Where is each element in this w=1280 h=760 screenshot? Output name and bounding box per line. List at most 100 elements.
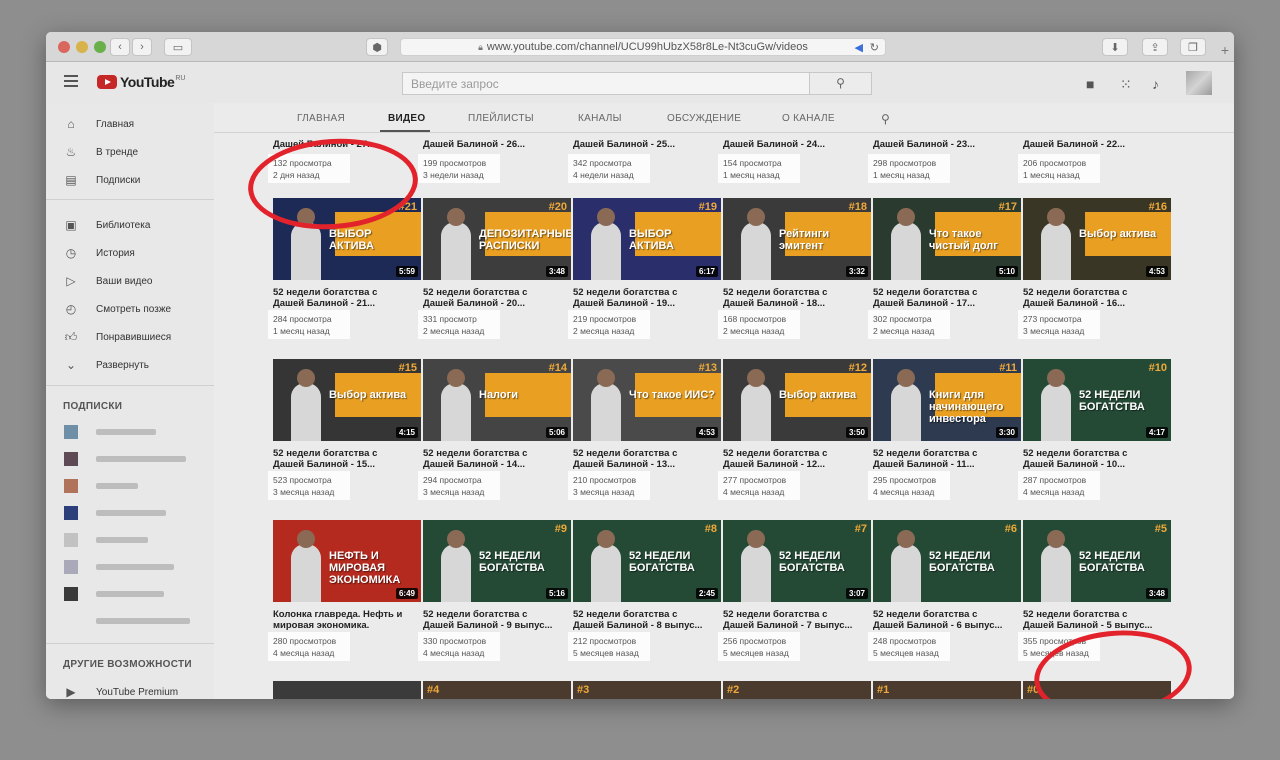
video-thumbnail[interactable]: #2 (723, 681, 871, 699)
avatar[interactable] (1186, 71, 1212, 95)
video-item[interactable]: Выбор актива #15 4:15 52 недели богатства с… (268, 359, 421, 504)
video-thumbnail[interactable]: 52 НЕДЕЛИ БОГАТСТВА #10 4:17 (1023, 359, 1171, 441)
video-item[interactable]: Книги для начинающего инвестора #11 3:30 52… (868, 359, 1021, 504)
video-thumbnail[interactable] (273, 681, 421, 699)
video-thumbnail[interactable]: #4 (423, 681, 571, 699)
video-thumbnail[interactable]: ДЕПОЗИТАРНЫЕ РАСПИСКИ #20 3:48 (423, 198, 571, 280)
tabs-overview-button[interactable]: ❐ (1180, 38, 1206, 56)
video-item[interactable]: Рейтинги эмитент #18 3:32 52 недели богатст… (718, 198, 871, 343)
video-thumbnail[interactable]: 52 НЕДЕЛИ БОГАТСТВА #8 2:45 (573, 520, 721, 602)
back-button[interactable]: ‹ (110, 38, 130, 56)
video-title[interactable]: Дашей Балиной - 25... (573, 139, 721, 150)
video-title[interactable]: 52 недели богатства с Дашей Балиной - 15.… (273, 448, 421, 470)
video-thumbnail[interactable]: Выбор актива #12 3:50 (723, 359, 871, 441)
reload-icon[interactable]: ↻ (870, 41, 879, 54)
channel-search-icon[interactable]: ⚲ (881, 112, 890, 126)
video-item[interactable]: Налоги #14 5:06 52 недели богатства с Дашей … (418, 359, 571, 504)
video-thumbnail[interactable]: 52 НЕДЕЛИ БОГАТСТВА #9 5:16 (423, 520, 571, 602)
speaker-icon[interactable]: ◀︎ (855, 41, 863, 54)
video-item[interactable]: Что такое чистый долг #17 5:10 52 недели бо… (868, 198, 1021, 343)
video-item[interactable]: ДЕПОЗИТАРНЫЕ РАСПИСКИ #20 3:48 52 недели бо… (418, 198, 571, 343)
video-title[interactable]: 52 недели богатства с Дашей Балиной - 8 в… (573, 609, 721, 631)
video-title[interactable]: 52 недели богатства с Дашей Балиной - 20.… (423, 287, 571, 309)
video-title[interactable]: 52 недели богатства с Дашей Балиной - 17.… (873, 287, 1021, 309)
video-thumbnail[interactable]: ВЫБОР АКТИВА #21 5:59 (273, 198, 421, 280)
downloads-button[interactable]: ⬇ (1102, 38, 1128, 56)
video-item-partial[interactable]: Дашей Балиной - 22... 206 просмотров 1 мес… (1018, 139, 1171, 184)
video-thumbnail[interactable]: Рейтинги эмитент #18 3:32 (723, 198, 871, 280)
address-bar[interactable]: 🔒︎ www.youtube.com/channel/UCU99hUbzX58r… (400, 38, 886, 56)
video-item[interactable]: Что такое ИИС? #13 4:53 52 недели богатства… (568, 359, 721, 504)
video-item-partial[interactable]: #4 (423, 681, 571, 699)
video-title[interactable]: 52 недели богатства с Дашей Балиной - 18.… (723, 287, 871, 309)
extension-button[interactable]: ⬢ (366, 38, 388, 56)
video-item-partial[interactable] (273, 681, 421, 699)
video-item-partial[interactable]: Дашей Балиной - 24... 154 просмотра 1 меся… (718, 139, 871, 184)
video-item[interactable]: 52 НЕДЕЛИ БОГАТСТВА #10 4:17 52 недели бога… (1018, 359, 1171, 504)
video-title[interactable]: 52 недели богатства с Дашей Балиной - 5 в… (1023, 609, 1171, 631)
video-thumbnail[interactable]: Выбор актива #16 4:53 (1023, 198, 1171, 280)
video-item[interactable]: ВЫБОР АКТИВА #19 6:17 52 недели богатства с… (568, 198, 721, 343)
tab-playlists[interactable]: ПЛЕЙЛИСТЫ (468, 113, 534, 124)
video-title[interactable]: 52 недели богатства с Дашей Балиной - 11.… (873, 448, 1021, 470)
video-title[interactable]: 52 недели богатства с Дашей Балиной - 19.… (573, 287, 721, 309)
video-thumbnail[interactable]: Выбор актива #15 4:15 (273, 359, 421, 441)
minimize-window-button[interactable] (76, 41, 88, 53)
video-item[interactable]: 52 НЕДЕЛИ БОГАТСТВА #9 5:16 52 недели богат… (418, 520, 571, 665)
create-video-icon[interactable]: ■ (1086, 76, 1094, 92)
hamburger-menu-icon[interactable] (64, 75, 80, 89)
tab-about[interactable]: О КАНАЛЕ (782, 113, 835, 124)
video-item[interactable]: НЕФТЬ И МИРОВАЯ ЭКОНОМИКА 6:49 Колонка гла… (268, 520, 421, 665)
video-thumbnail[interactable]: 52 НЕДЕЛИ БОГАТСТВА #6 (873, 520, 1021, 602)
video-thumbnail[interactable]: #1 (873, 681, 1021, 699)
sidebar-item-premium[interactable]: ▶ YouTube Premium (46, 679, 214, 699)
video-thumbnail[interactable]: Что такое ИИС? #13 4:53 (573, 359, 721, 441)
video-thumbnail[interactable]: Налоги #14 5:06 (423, 359, 571, 441)
share-button[interactable]: ⇪ (1142, 38, 1168, 56)
video-item[interactable]: Выбор актива #12 3:50 52 недели богатства с… (718, 359, 871, 504)
video-item[interactable]: Выбор актива #16 4:53 52 недели богатства с… (1018, 198, 1171, 343)
sidebar-item-trending[interactable]: ♨ В тренде (46, 139, 214, 165)
video-item[interactable]: ВЫБОР АКТИВА #21 5:59 52 недели богатства с… (268, 198, 421, 343)
video-item-partial[interactable]: #2 (723, 681, 871, 699)
video-title[interactable]: 52 недели богатства с Дашей Балиной - 10.… (1023, 448, 1171, 470)
video-title[interactable]: 52 недели богатства с Дашей Балиной - 12.… (723, 448, 871, 470)
video-title[interactable]: 52 недели богатства с Дашей Балиной - 6 в… (873, 609, 1021, 631)
tab-channels[interactable]: КАНАЛЫ (578, 113, 622, 124)
video-title[interactable]: 52 недели богатства с Дашей Балиной - 13.… (573, 448, 721, 470)
video-thumbnail[interactable]: 52 НЕДЕЛИ БОГАТСТВА #7 3:07 (723, 520, 871, 602)
video-thumbnail[interactable]: #0 (1023, 681, 1171, 699)
video-title[interactable]: Дашей Балиной - 23... (873, 139, 1021, 150)
video-item[interactable]: 52 НЕДЕЛИ БОГАТСТВА #7 3:07 52 недели богат… (718, 520, 871, 665)
video-item-partial[interactable]: #3 (573, 681, 721, 699)
close-window-button[interactable] (58, 41, 70, 53)
video-title[interactable]: Дашей Балиной - 24... (723, 139, 871, 150)
video-item-partial[interactable]: #0 (1023, 681, 1171, 699)
video-title[interactable]: 52 недели богатства с Дашей Балиной - 9 в… (423, 609, 571, 631)
video-thumbnail[interactable]: 52 НЕДЕЛИ БОГАТСТВА #5 3:48 (1023, 520, 1171, 602)
tab-videos[interactable]: ВИДЕО (388, 113, 425, 124)
video-item-partial[interactable]: Дашей Балиной - 26... 199 просмотров 3 нед… (418, 139, 571, 184)
video-item[interactable]: 52 НЕДЕЛИ БОГАТСТВА #8 2:45 52 недели богат… (568, 520, 721, 665)
video-item[interactable]: 52 НЕДЕЛИ БОГАТСТВА #5 3:48 52 недели богат… (1018, 520, 1171, 665)
sidebar-item-expand[interactable]: ⌄ Развернуть (46, 352, 214, 378)
sidebar-item-library[interactable]: ▣ Библиотека (46, 212, 214, 238)
new-tab-button[interactable]: + (1216, 42, 1234, 62)
sidebar-item-your-videos[interactable]: ▷ Ваши видео (46, 268, 214, 294)
search-input[interactable]: Введите запрос (402, 72, 810, 95)
sidebar-toggle-button[interactable]: ▭ (164, 38, 192, 56)
video-thumbnail[interactable]: Книги для начинающего инвестора #11 3:30 (873, 359, 1021, 441)
video-thumbnail[interactable]: ВЫБОР АКТИВА #19 6:17 (573, 198, 721, 280)
video-title[interactable]: Дашей Балиной - 27... (273, 139, 421, 150)
sidebar-item-subscriptions[interactable]: ▤ Подписки (46, 167, 214, 193)
notifications-bell-icon[interactable]: ♪ (1152, 76, 1159, 92)
video-title[interactable]: Колонка главреда. Нефть и мировая экономи… (273, 609, 421, 631)
video-item[interactable]: 52 НЕДЕЛИ БОГАТСТВА #6 52 недели богатства… (868, 520, 1021, 665)
video-title[interactable]: 52 недели богатства с Дашей Балиной - 21.… (273, 287, 421, 309)
sidebar-item-watch-later[interactable]: ◴ Смотреть позже (46, 296, 214, 322)
forward-button[interactable]: › (132, 38, 152, 56)
video-item-partial[interactable]: Дашей Балиной - 25... 342 просмотра 4 неде… (568, 139, 721, 184)
video-thumbnail[interactable]: Что такое чистый долг #17 5:10 (873, 198, 1021, 280)
video-title[interactable]: Дашей Балиной - 26... (423, 139, 571, 150)
tab-home[interactable]: ГЛАВНАЯ (297, 113, 345, 124)
